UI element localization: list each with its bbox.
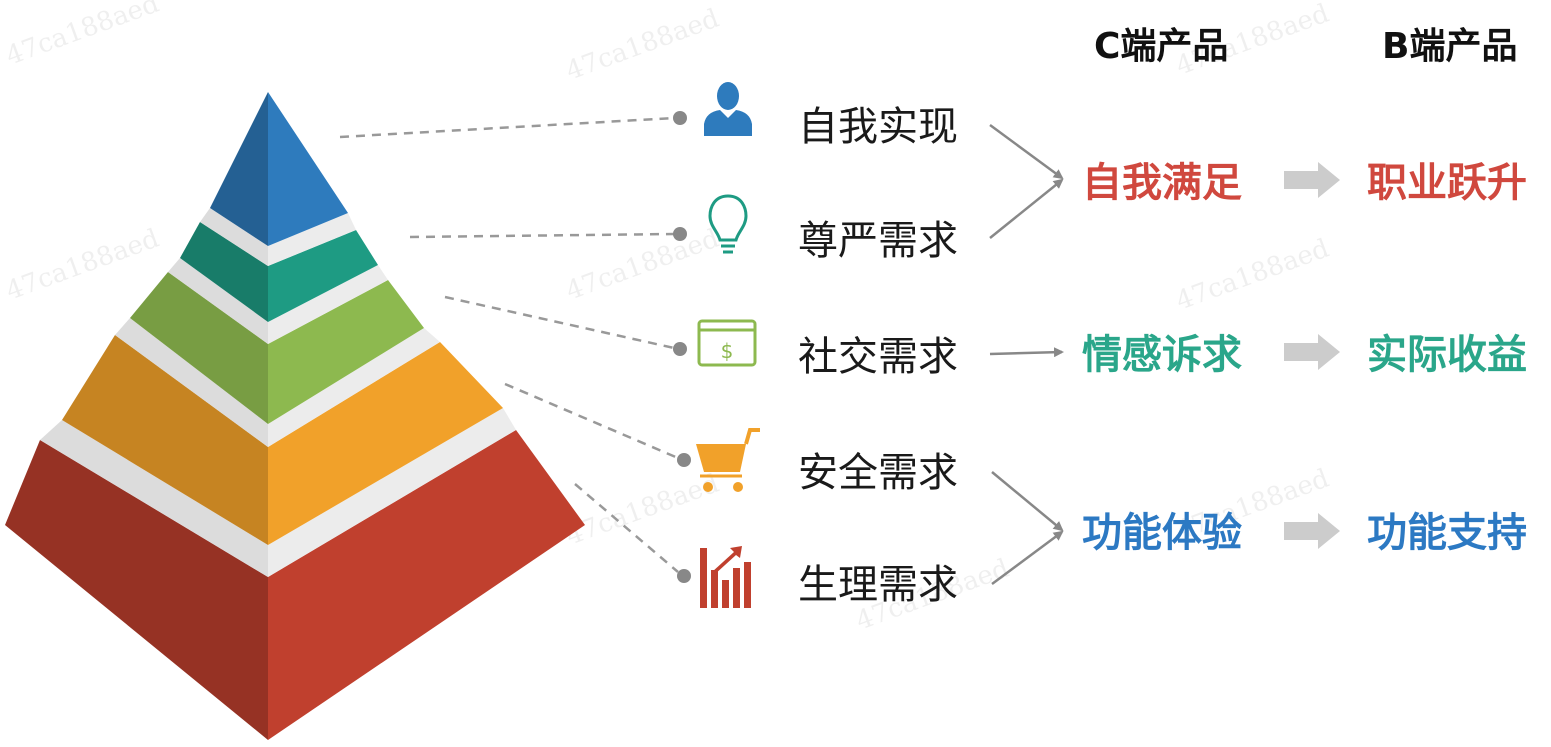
c-label-self-satisfaction: 自我满足 (1082, 160, 1242, 206)
need-label-safety: 安全需求 (798, 450, 958, 496)
watermark: 47ca188aed (2, 0, 163, 72)
pyramid (5, 92, 585, 740)
c-side-header: C端产品 (1094, 26, 1228, 67)
need-label-physiological: 生理需求 (798, 562, 958, 608)
maslow-diagram: 47ca188aed 47ca188aed 47ca188aed 47ca188… (2, 0, 1527, 740)
need-labels: 自我实现 尊严需求 社交需求 安全需求 生理需求 (798, 104, 958, 608)
c-label-emotional-appeal: 情感诉求 (1082, 332, 1242, 378)
cart-icon (696, 428, 760, 492)
watermark: 47ca188aed (2, 224, 163, 307)
thick-arrow-icon (1284, 513, 1340, 549)
need-label-self-actualization: 自我实现 (798, 104, 958, 150)
b-side-header: B端产品 (1382, 26, 1517, 67)
need-label-social: 社交需求 (798, 334, 958, 380)
person-icon (704, 82, 752, 136)
connector-line (504, 382, 679, 460)
b-label-career-advance: 职业跃升 (1367, 160, 1527, 206)
group-arrow (989, 123, 1064, 180)
thick-arrow-icon (1284, 162, 1340, 198)
watermark: 47ca188aed (562, 4, 723, 87)
group-arrow (989, 347, 1064, 358)
svg-text:$: $ (721, 339, 734, 363)
watermark: 47ca188aed (562, 469, 723, 552)
connector-line (339, 116, 675, 139)
connector-line (444, 295, 675, 350)
thick-arrow-icon (1284, 334, 1340, 370)
connector-dot (673, 342, 687, 356)
grouping-arrows (989, 123, 1064, 586)
group-arrow (989, 178, 1064, 239)
b-label-function-support: 功能支持 (1367, 510, 1527, 556)
c-label-function-experience: 功能体验 (1082, 510, 1242, 556)
connector-dot (673, 227, 687, 241)
b-label-actual-benefit: 实际收益 (1367, 332, 1527, 378)
connector-dot (677, 569, 691, 583)
connector-dot (677, 453, 691, 467)
need-label-esteem: 尊严需求 (798, 218, 958, 264)
connector-line (409, 232, 675, 239)
connector-dot (673, 111, 687, 125)
watermark: 47ca188aed (1172, 234, 1333, 317)
group-arrow (991, 471, 1064, 532)
money-card-icon: $ (697, 319, 757, 367)
bar-chart-icon (700, 546, 751, 608)
